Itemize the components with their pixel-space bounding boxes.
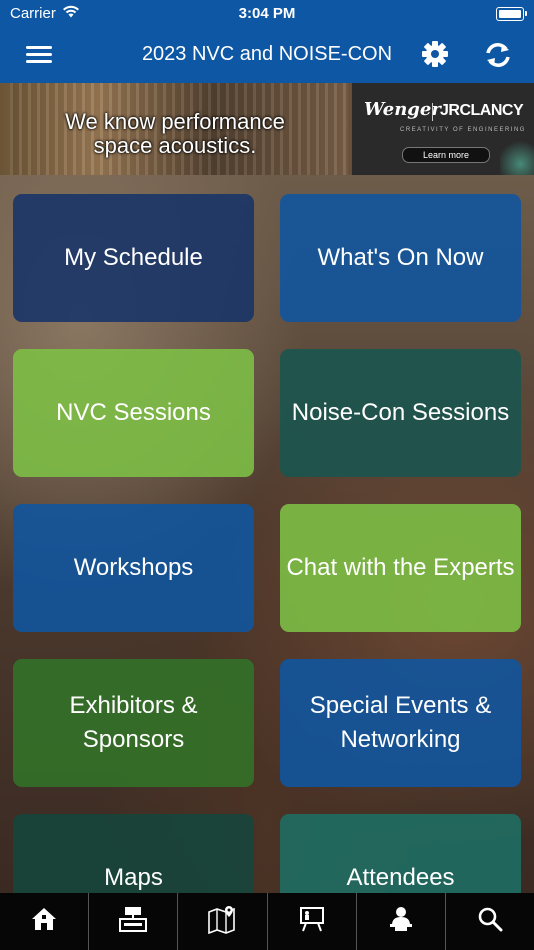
gear-icon[interactable]: [420, 40, 452, 72]
tab-bar: [0, 893, 534, 950]
status-time: 3:04 PM: [238, 5, 296, 22]
tile-whats-on-now[interactable]: What's On Now: [280, 194, 521, 322]
brand-clancy-logo: JRCLANCY: [440, 102, 524, 119]
tab-home[interactable]: [0, 893, 88, 950]
tile-exhibitors-sponsors[interactable]: Exhibitors & Sponsors: [13, 659, 254, 787]
tab-search[interactable]: [444, 893, 534, 950]
banner-headline: We know performance: [65, 109, 285, 134]
learn-more-button[interactable]: Learn more: [402, 147, 490, 163]
tab-sessions[interactable]: [266, 893, 356, 950]
exhibitor-booth-icon: [118, 905, 148, 938]
brand-divider: [432, 103, 433, 121]
brand-wenger-logo: Wenger: [364, 99, 441, 120]
tab-speakers[interactable]: [355, 893, 445, 950]
speaker-icon: [387, 905, 415, 938]
tile-nvc-sessions[interactable]: NVC Sessions: [13, 349, 254, 477]
tile-my-schedule[interactable]: My Schedule: [13, 194, 254, 322]
page-title: 2023 NVC and NOISE-CON: [141, 43, 393, 65]
tile-special-events[interactable]: Special Events & Networking: [280, 659, 521, 787]
tile-chat-with-experts[interactable]: Chat with the Experts: [280, 504, 521, 632]
map-icon: [207, 904, 237, 939]
tab-exhibitors[interactable]: [88, 893, 177, 950]
tab-maps[interactable]: [177, 893, 266, 950]
status-bar: Carrier 3:04 PM: [0, 0, 534, 28]
nav-bar: 2023 NVC and NOISE-CON: [0, 28, 534, 83]
banner-subheadline: space acoustics.: [93, 133, 257, 158]
search-icon: [477, 906, 503, 937]
tile-attendees[interactable]: Attendees: [280, 814, 521, 893]
banner-glow: [500, 138, 534, 175]
refresh-icon[interactable]: [482, 40, 514, 72]
battery-icon: [496, 7, 527, 21]
home-icon: [31, 906, 57, 937]
tile-maps[interactable]: Maps: [13, 814, 254, 893]
tile-noise-con-sessions[interactable]: Noise-Con Sessions: [280, 349, 521, 477]
brand-tagline: CREATIVITY OF ENGINEERING: [400, 127, 526, 133]
tile-grid: My Schedule What's On Now NVC Sessions N…: [0, 175, 534, 893]
tile-workshops[interactable]: Workshops: [13, 504, 254, 632]
presentation-icon: [298, 905, 326, 938]
